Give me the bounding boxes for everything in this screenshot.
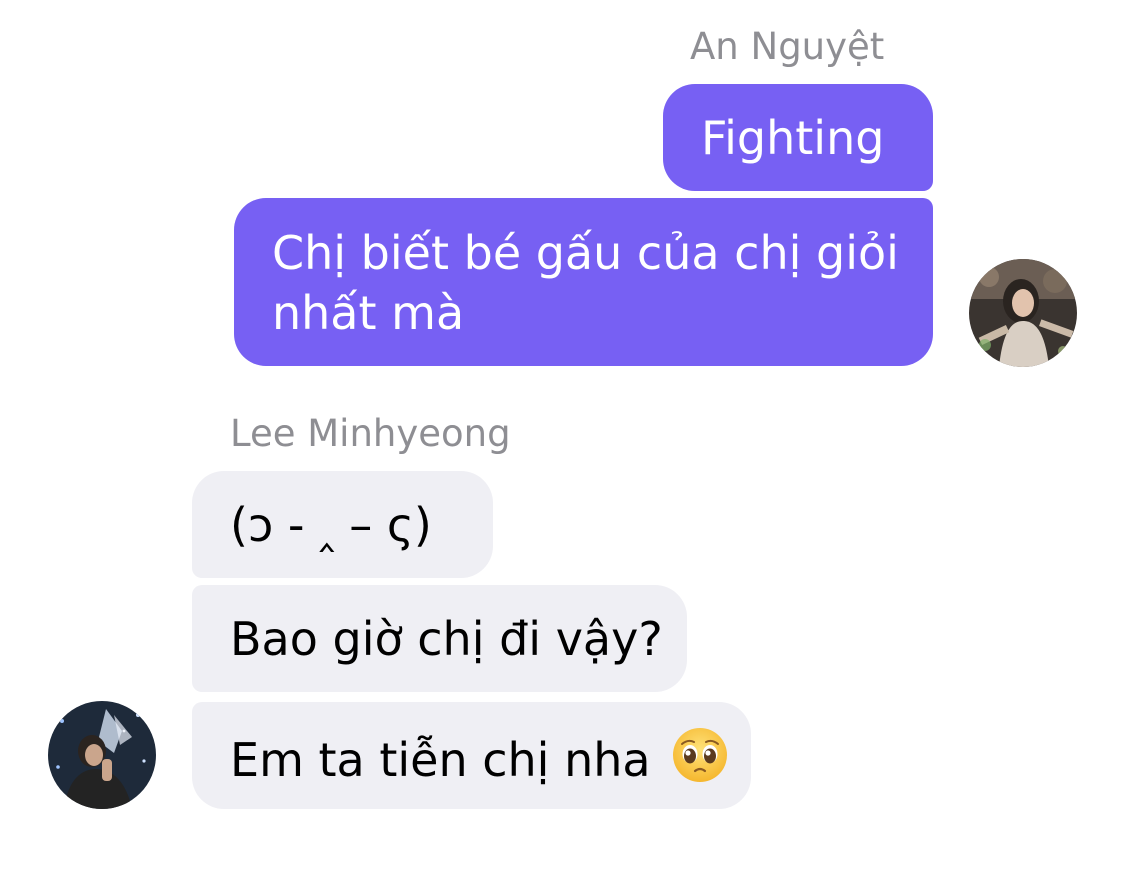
avatar-an-nguyet[interactable] xyxy=(969,259,1077,367)
sender-name-an-nguyet: An Nguyệt xyxy=(690,25,885,68)
pleading-face-emoji-icon xyxy=(671,726,729,784)
message-text-line: Chị biết bé gấu của chị giỏi xyxy=(272,226,899,280)
message-text: Bao giờ chị đi vậy? xyxy=(230,612,663,666)
message-bubble-incoming[interactable]: Bao giờ chị đi vậy? xyxy=(192,585,687,692)
message-bubble-incoming[interactable]: Em ta tiễn chị nha xyxy=(192,702,751,809)
sender-name-lee-minhyeong: Lee Minhyeong xyxy=(230,412,511,455)
message-bubble-outgoing[interactable]: Fighting xyxy=(663,84,933,191)
avatar-lee-minhyeong[interactable] xyxy=(48,701,156,809)
message-text: (ɔ - ‸ – ς) xyxy=(230,498,432,552)
message-text-line: nhất mà xyxy=(272,286,465,340)
message-bubble-incoming[interactable]: (ɔ - ‸ – ς) xyxy=(192,471,493,578)
message-text: Fighting xyxy=(701,111,885,165)
message-bubble-outgoing[interactable]: Chị biết bé gấu của chị giỏi nhất mà xyxy=(234,198,933,366)
message-text: Em ta tiễn chị nha xyxy=(230,733,651,787)
